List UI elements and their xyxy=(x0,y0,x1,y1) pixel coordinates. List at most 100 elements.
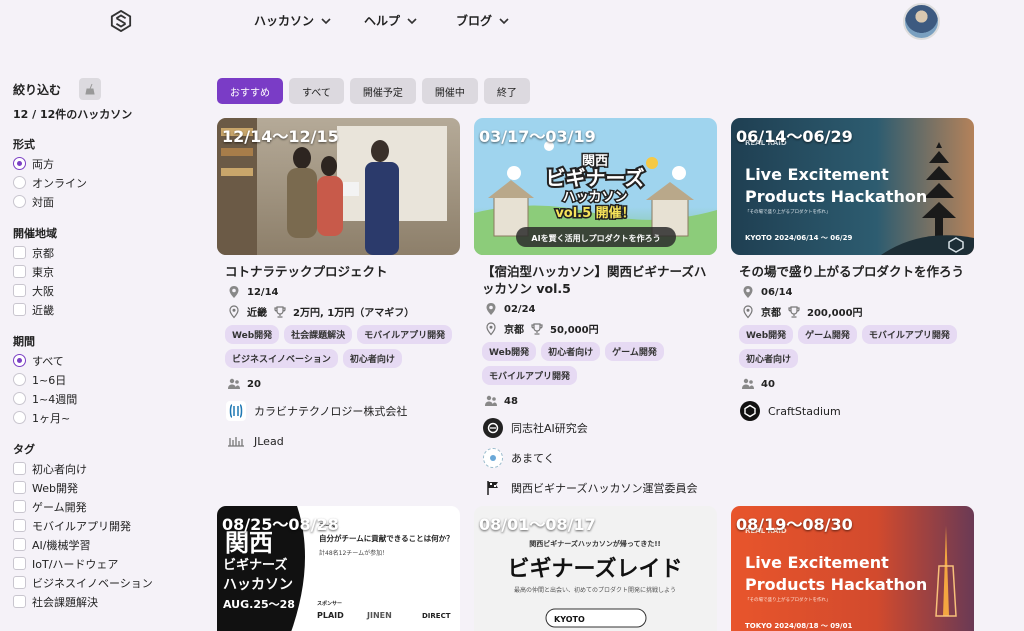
card-thumbnail[interactable]: 関西 ビギナーズ ハッカソン vol.5 開催！ AIを賢く活用しプロダクトを作… xyxy=(474,118,717,255)
card-thumbnail[interactable]: 12/14〜12/15 xyxy=(217,118,460,255)
tag-chip[interactable]: ゲーム開発 xyxy=(798,325,857,344)
hackathon-card[interactable]: 関西ビギナーズハッカソンが帰ってきた!! ビギナーズレイド 最高の仲間と出会い、… xyxy=(474,506,717,631)
period-option-all[interactable]: すべて xyxy=(13,351,193,370)
nav-hackathon[interactable]: ハッカソン xyxy=(254,12,332,29)
tag-option-beginner[interactable]: 初心者向け xyxy=(13,459,193,478)
tag-chip[interactable]: ビジネスイノベーション xyxy=(225,349,338,368)
tab-recommended[interactable]: おすすめ xyxy=(217,78,283,104)
radio-button[interactable] xyxy=(13,157,26,170)
card-title[interactable]: その場で盛り上がるプロダクトを作ろう xyxy=(739,263,966,280)
top-header: ハッカソン ヘルプ ブログ xyxy=(0,0,1024,44)
result-count: 12 / 12件のハッカソン xyxy=(13,108,133,121)
card-thumbnail[interactable]: 関西ビギナーズハッカソンが帰ってきた!! ビギナーズレイド 最高の仲間と出会い、… xyxy=(474,506,717,631)
organizer[interactable]: カラビナテクノロジー株式会社 xyxy=(226,401,460,421)
card-thumbnail[interactable]: REAL RAID Live Excitement Products Hacka… xyxy=(731,118,974,255)
radio-button[interactable] xyxy=(13,354,26,367)
region-option-kinki[interactable]: 近畿 xyxy=(13,300,193,319)
hackathon-card[interactable]: 関西 ビギナーズ ハッカソン AUG.25〜28 テーマ 自分がチームに貢献でき… xyxy=(217,506,460,631)
tag-option-business[interactable]: ビジネスイノベーション xyxy=(13,573,193,592)
card-thumbnail[interactable]: REAL RAID Live Excitement Products Hacka… xyxy=(731,506,974,631)
organizer[interactable]: あまてく xyxy=(483,448,717,468)
banner-text: KYOTO 2024/06/14 〜 06/29 xyxy=(745,234,852,242)
organizer[interactable]: JLead xyxy=(226,431,460,451)
checkbox[interactable] xyxy=(13,481,26,494)
clear-filter-button[interactable] xyxy=(79,78,102,100)
tag-chip[interactable]: 初心者向け xyxy=(342,349,402,368)
nav-help[interactable]: ヘルプ xyxy=(364,12,418,29)
option-label: 社会課題解決 xyxy=(32,595,98,609)
card-title[interactable]: 【宿泊型ハッカソン】関西ビギナーズハッカソン vol.5 xyxy=(482,263,709,297)
format-option-offline[interactable]: 対面 xyxy=(13,192,193,211)
checkbox[interactable] xyxy=(13,303,26,316)
radio-button[interactable] xyxy=(13,195,26,208)
format-option-both[interactable]: 両方 xyxy=(13,154,193,173)
checkbox[interactable] xyxy=(13,500,26,513)
tag-option-iot[interactable]: IoT/ハードウェア xyxy=(13,554,193,573)
tab-upcoming[interactable]: 開催予定 xyxy=(349,78,416,104)
region-option-tokyo[interactable]: 東京 xyxy=(13,262,193,281)
tag-chip[interactable]: モバイルアプリ開発 xyxy=(357,325,453,344)
tag-option-ai[interactable]: AI/機械学習 xyxy=(13,535,193,554)
people-icon xyxy=(485,395,497,406)
checkbox[interactable] xyxy=(13,246,26,259)
tab-ongoing[interactable]: 開催中 xyxy=(421,78,478,104)
checkbox[interactable] xyxy=(13,538,26,551)
hackathon-card[interactable]: 12/14〜12/15 コトナラテックプロジェクト 12/14 近畿 2万円, … xyxy=(217,118,460,451)
checkbox[interactable] xyxy=(13,265,26,278)
tag-chip[interactable]: ゲーム開発 xyxy=(605,342,664,361)
checkbox[interactable] xyxy=(13,284,26,297)
card-people-row: 20 xyxy=(227,377,460,391)
option-label: ゲーム開発 xyxy=(32,500,87,514)
hackathon-card[interactable]: 関西 ビギナーズ ハッカソン vol.5 開催！ AIを賢く活用しプロダクトを作… xyxy=(474,118,717,498)
card-thumbnail[interactable]: 関西 ビギナーズ ハッカソン AUG.25〜28 テーマ 自分がチームに貢献でき… xyxy=(217,506,460,631)
tag-chip[interactable]: 初心者向け xyxy=(541,342,601,361)
checkbox[interactable] xyxy=(13,519,26,532)
tag-chip[interactable]: Web開発 xyxy=(482,342,537,361)
checkbox[interactable] xyxy=(13,576,26,589)
card-people: 48 xyxy=(504,395,518,407)
checkbox[interactable] xyxy=(13,595,26,608)
tag-chip[interactable]: モバイルアプリ開発 xyxy=(861,325,957,344)
region-option-kyoto[interactable]: 京都 xyxy=(13,243,193,262)
tab-all[interactable]: すべて xyxy=(289,78,344,104)
organizer[interactable]: 同志社AI研究会 xyxy=(483,418,717,438)
tag-chip[interactable]: Web開発 xyxy=(225,325,280,344)
nav-blog[interactable]: ブログ xyxy=(456,12,510,29)
tag-chip[interactable]: Web開発 xyxy=(739,325,794,344)
radio-button[interactable] xyxy=(13,392,26,405)
period-option-month[interactable]: 1ヶ月~ xyxy=(13,408,193,427)
radio-button[interactable] xyxy=(13,176,26,189)
option-label: 1~6日 xyxy=(32,373,67,387)
checkbox[interactable] xyxy=(13,557,26,570)
site-logo-icon[interactable] xyxy=(110,10,132,32)
radio-button[interactable] xyxy=(13,373,26,386)
banner-text: Live Excitement xyxy=(745,553,889,572)
format-group-title: 形式 xyxy=(13,138,35,151)
format-option-online[interactable]: オンライン xyxy=(13,173,193,192)
card-people-row: 40 xyxy=(741,377,974,391)
tag-option-social[interactable]: 社会課題解決 xyxy=(13,592,193,611)
checkbox[interactable] xyxy=(13,462,26,475)
option-label: 1~4週間 xyxy=(32,392,78,406)
tag-option-mobile[interactable]: モバイルアプリ開発 xyxy=(13,516,193,535)
region-option-osaka[interactable]: 大阪 xyxy=(13,281,193,300)
option-label: 対面 xyxy=(32,195,54,209)
hackathon-card[interactable]: REAL RAID Live Excitement Products Hacka… xyxy=(731,118,974,421)
organizer[interactable]: CraftStadium xyxy=(740,401,974,421)
tag-group-title: タグ xyxy=(13,443,35,456)
tag-option-game[interactable]: ゲーム開発 xyxy=(13,497,193,516)
user-avatar[interactable] xyxy=(903,3,940,40)
period-option-weeks[interactable]: 1~4週間 xyxy=(13,389,193,408)
period-option-days[interactable]: 1~6日 xyxy=(13,370,193,389)
radio-button[interactable] xyxy=(13,411,26,424)
banner-text: Live Excitement xyxy=(745,165,889,184)
organizer[interactable]: 関西ビギナーズハッカソン運営委員会 xyxy=(483,478,717,498)
tag-chip[interactable]: 初心者向け xyxy=(739,349,799,368)
tag-chip[interactable]: モバイルアプリ開発 xyxy=(482,366,578,385)
tag-option-web[interactable]: Web開発 xyxy=(13,478,193,497)
tab-ended[interactable]: 終了 xyxy=(483,78,530,104)
tag-chip[interactable]: 社会課題解決 xyxy=(284,325,353,344)
location-pin-icon xyxy=(229,286,239,298)
hackathon-card[interactable]: REAL RAID Live Excitement Products Hacka… xyxy=(731,506,974,631)
card-title[interactable]: コトナラテックプロジェクト xyxy=(225,263,452,280)
